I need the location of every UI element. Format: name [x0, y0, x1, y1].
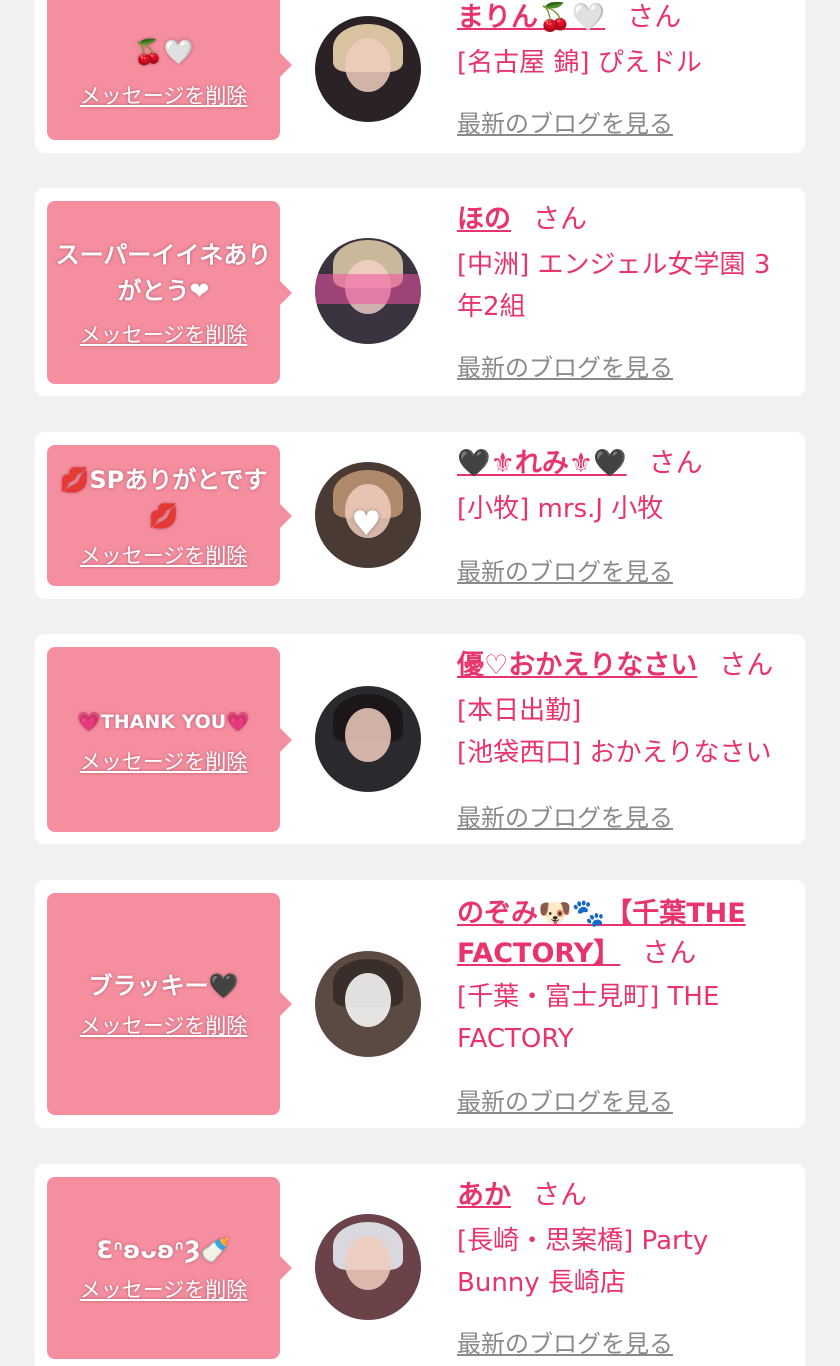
- message-list: 🍒🤍 メッセージを削除 まりん🍒🤍 さん [名古屋 錦] ぴえドル 最新のブログを…: [0, 0, 840, 1366]
- honorific-label: さん: [648, 448, 703, 479]
- sender-info: 🖤⚜れみ⚜🖤 さん [小牧] mrs.J 小牧: [457, 444, 785, 530]
- latest-blog-link[interactable]: 最新のブログを見る: [457, 798, 673, 833]
- sender-info: あか さん [長崎・思案橋] Party Bunny 長崎店: [457, 1176, 785, 1304]
- message-card: ブラッキー🖤 メッセージを削除 のぞみ🐶🐾【千葉THE FACTORY】 さん […: [35, 880, 805, 1128]
- honorific-label: さん: [533, 1180, 587, 1211]
- delete-message-link[interactable]: メッセージを削除: [80, 1274, 248, 1304]
- message-card: ƐᐢʚᴗʚᐢȜ🍼 メッセージを削除 あか さん [長崎・思案橋] Party Bu…: [35, 1164, 805, 1366]
- message-text: ƐᐢʚᴗʚᐢȜ🍼: [96, 1236, 231, 1264]
- sender-info: まりん🍒🤍 さん [名古屋 錦] ぴえドル: [457, 0, 785, 84]
- white-heart-icon: ♥: [351, 504, 382, 544]
- latest-blog-link[interactable]: 最新のブログを見る: [457, 348, 673, 383]
- message-bubble: スーパーイイネありがとう❤ メッセージを削除: [47, 201, 292, 384]
- delete-message-link[interactable]: メッセージを削除: [80, 746, 248, 776]
- message-card: 💋SPありがとです💋 メッセージを削除 ♥ 🖤⚜れみ⚜🖤 さん [小牧] mrs.…: [35, 432, 805, 599]
- avatar[interactable]: [315, 951, 421, 1057]
- sender-name-link[interactable]: 🖤⚜れみ⚜🖤: [457, 448, 627, 479]
- honorific-label: さん: [719, 650, 774, 681]
- avatar[interactable]: [315, 1214, 421, 1320]
- shop-line: [本日出勤]: [457, 696, 582, 726]
- message-text: ブラッキー🖤: [88, 972, 239, 1000]
- message-bubble: ƐᐢʚᴗʚᐢȜ🍼 メッセージを削除: [47, 1177, 292, 1359]
- honorific-label: さん: [627, 2, 682, 33]
- delete-message-link[interactable]: メッセージを削除: [80, 319, 248, 349]
- message-card: 💗THANK YOU💗 メッセージを削除 優♡おかえりなさい さん [本日出勤] …: [35, 634, 805, 844]
- latest-blog-link[interactable]: 最新のブログを見る: [457, 104, 673, 139]
- delete-message-link[interactable]: メッセージを削除: [80, 1010, 248, 1040]
- honorific-label: さん: [642, 938, 697, 969]
- sender-name-link[interactable]: のぞみ🐶🐾【千葉THE FACTORY】: [457, 898, 746, 969]
- latest-blog-link[interactable]: 最新のブログを見る: [457, 1324, 673, 1359]
- sender-name-link[interactable]: まりん🍒🤍: [457, 2, 605, 33]
- sender-name-link[interactable]: ほの: [457, 204, 511, 235]
- shop-line: [長崎・思案橋] Party Bunny 長崎店: [457, 1226, 709, 1298]
- latest-blog-link[interactable]: 最新のブログを見る: [457, 1082, 673, 1117]
- delete-message-link[interactable]: メッセージを削除: [80, 540, 248, 570]
- sender-info: 優♡おかえりなさい さん [本日出勤] [池袋西口] おかえりなさい: [457, 646, 785, 774]
- sender-name-link[interactable]: 優♡おかえりなさい: [457, 650, 697, 681]
- message-text: 🍒🤍: [133, 38, 194, 66]
- shop-line: [千葉・富士見町] THE FACTORY: [457, 982, 720, 1054]
- message-text: 💗THANK YOU💗: [77, 710, 250, 733]
- avatar[interactable]: [315, 686, 421, 792]
- message-bubble: 🍒🤍 メッセージを削除: [47, 0, 292, 140]
- avatar[interactable]: [315, 238, 421, 344]
- sender-name-link[interactable]: あか: [457, 1180, 511, 1211]
- sender-info: ほの さん [中洲] エンジェル女学園 3年2組: [457, 200, 785, 328]
- message-bubble: ブラッキー🖤 メッセージを削除: [47, 893, 292, 1115]
- avatar[interactable]: ♥: [315, 462, 421, 568]
- avatar[interactable]: [315, 16, 421, 122]
- message-text: スーパーイイネありがとう❤: [55, 240, 272, 305]
- delete-message-link[interactable]: メッセージを削除: [80, 80, 248, 110]
- sender-info: のぞみ🐶🐾【千葉THE FACTORY】 さん [千葉・富士見町] THE FAC…: [457, 894, 785, 1060]
- shop-line: [小牧] mrs.J 小牧: [457, 494, 664, 524]
- message-text: 💋SPありがとです💋: [59, 465, 268, 530]
- shop-line: [名古屋 錦] ぴえドル: [457, 48, 702, 78]
- message-card: 🍒🤍 メッセージを削除 まりん🍒🤍 さん [名古屋 錦] ぴえドル 最新のブログを…: [35, 0, 805, 153]
- message-bubble: 💗THANK YOU💗 メッセージを削除: [47, 647, 292, 832]
- latest-blog-link[interactable]: 最新のブログを見る: [457, 552, 673, 587]
- message-bubble: 💋SPありがとです💋 メッセージを削除: [47, 445, 292, 586]
- honorific-label: さん: [533, 204, 587, 235]
- shop-line: [池袋西口] おかえりなさい: [457, 738, 772, 768]
- message-card: スーパーイイネありがとう❤ メッセージを削除 ほの さん [中洲] エンジェル女学…: [35, 188, 805, 396]
- shop-line: [中洲] エンジェル女学園 3年2組: [457, 250, 771, 322]
